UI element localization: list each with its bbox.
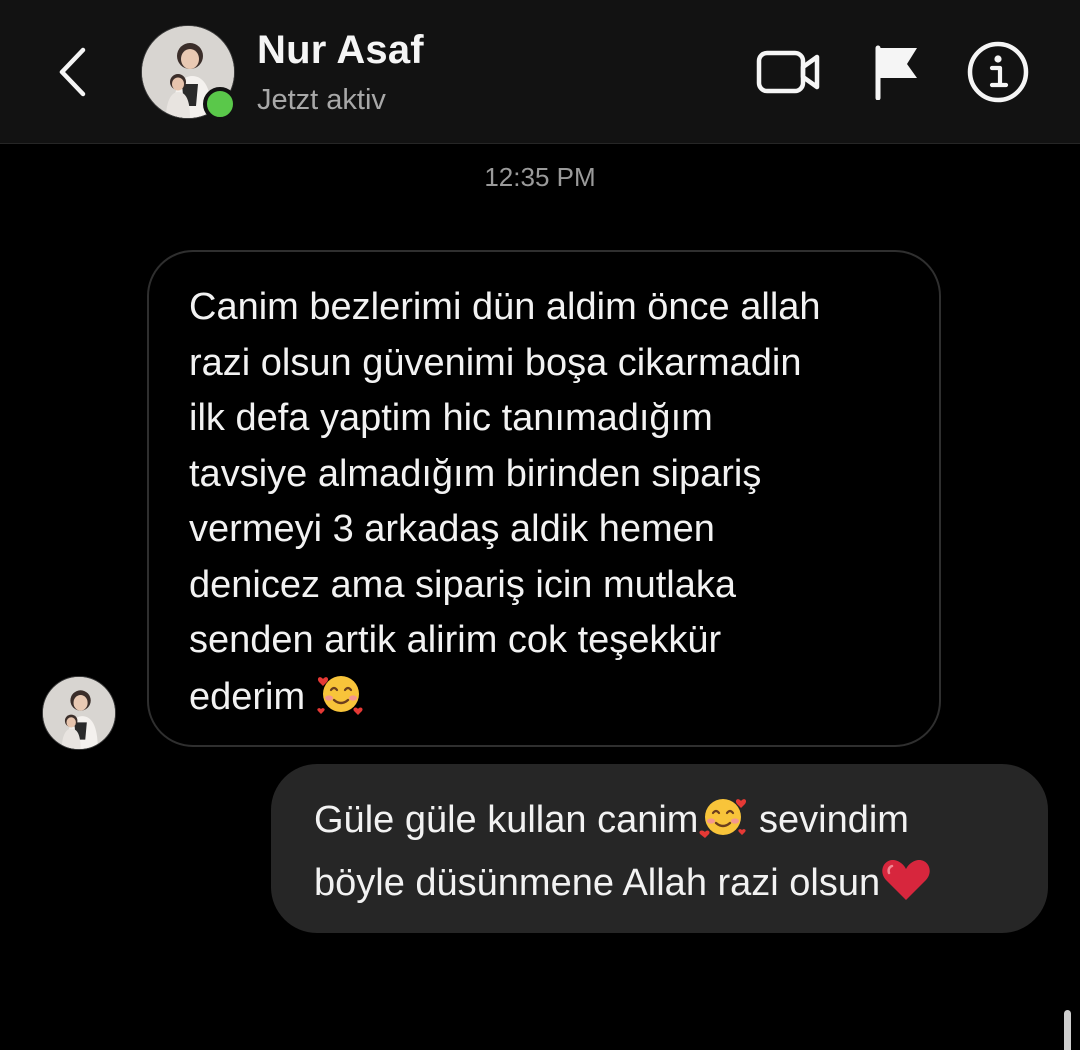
contact-status: Jetzt aktiv (257, 84, 386, 116)
chat-header: Nur Asaf Jetzt aktiv (0, 0, 1080, 144)
message-text-line: denicez ama sipariş icin mutlaka (189, 563, 737, 606)
message-text-line: Güle güle kullan canim sevindim (314, 792, 1018, 856)
flag-icon (875, 45, 917, 100)
video-camera-icon (756, 50, 820, 94)
red-heart-icon (880, 857, 932, 919)
message-text-line: Canim bezlerimi dün aldim önce allah (189, 286, 821, 328)
outgoing-message-bubble[interactable]: Güle güle kullan canim sevindim böyle dü… (271, 764, 1048, 933)
back-button[interactable] (48, 40, 98, 104)
message-text: ederim (189, 675, 306, 718)
message-text-line: senden artik alirim cok teşekkür (189, 619, 722, 661)
message-text-line: vermeyi 3 arkadaş aldik hemen (189, 508, 715, 550)
profile-photo-icon (43, 677, 115, 749)
message-text-line: ilk defa yaptim hic tanımadığım (189, 397, 713, 439)
message-text: sevindim (748, 799, 909, 841)
contact-avatar-button[interactable] (141, 25, 237, 121)
message-text-line-last: ederim (189, 669, 899, 734)
info-icon (967, 41, 1029, 103)
smiling-face-with-hearts-icon (316, 669, 366, 734)
message-text-line: razi olsun güvenimi boşa cikarmadin (189, 341, 802, 384)
scrollbar[interactable] (1064, 1010, 1071, 1050)
video-call-button[interactable] (754, 40, 824, 104)
message-timestamp: 12:35 PM (484, 162, 596, 192)
message-text: böyle düsünmene Allah razi olsun (314, 862, 881, 904)
message-text: Güle güle kullan canim (314, 799, 699, 841)
smiling-face-with-hearts-icon (698, 792, 748, 856)
online-status-dot (203, 87, 237, 121)
incoming-message-bubble[interactable]: Canim bezlerimi dün aldim önce allah raz… (147, 250, 941, 747)
message-text-line: tavsiye almadığım birinden sipariş (189, 452, 762, 495)
message-text-line: böyle düsünmene Allah razi olsun (314, 856, 1018, 919)
chevron-left-icon (59, 47, 86, 97)
chat-screen: Nur Asaf Jetzt aktiv 12:35 PM Canim bezl… (0, 0, 1080, 1050)
sender-avatar[interactable] (42, 676, 116, 750)
info-button[interactable] (964, 40, 1032, 104)
contact-name[interactable]: Nur Asaf (257, 28, 424, 73)
report-button[interactable] (868, 40, 924, 104)
